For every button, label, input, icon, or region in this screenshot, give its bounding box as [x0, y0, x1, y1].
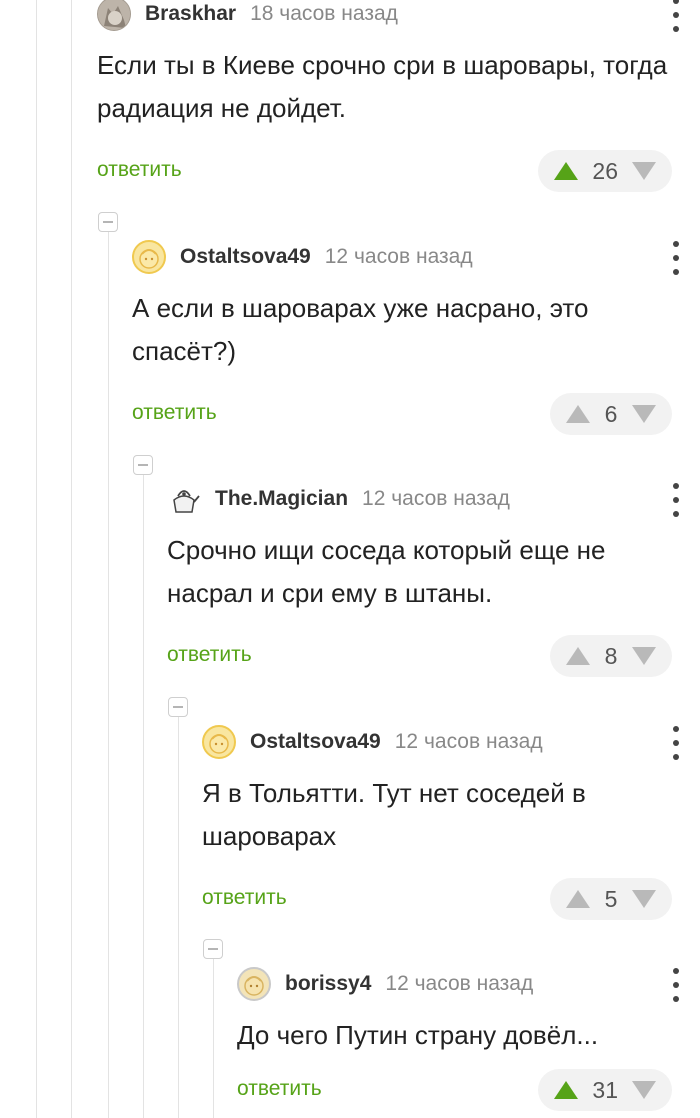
comment-header: Ostaltsova49 12 часов назад	[132, 239, 700, 275]
vote-control: 8	[550, 635, 672, 677]
comment-footer: ответить 26	[97, 150, 700, 192]
vote-control: 6	[550, 393, 672, 435]
yellow-face-avatar[interactable]	[132, 240, 166, 274]
more-options-icon[interactable]	[672, 726, 680, 760]
collapse-thread-button[interactable]	[168, 697, 188, 717]
collapse-thread-button[interactable]	[133, 455, 153, 475]
downvote-icon[interactable]	[632, 647, 656, 665]
comment-time[interactable]: 18 часов назад	[250, 2, 398, 26]
upvote-icon[interactable]	[566, 647, 590, 665]
upvote-icon[interactable]	[554, 162, 579, 180]
yellow-face-avatar[interactable]	[202, 725, 236, 759]
more-options-icon[interactable]	[672, 968, 680, 1002]
more-options-icon[interactable]	[672, 0, 680, 32]
comment-time[interactable]: 12 часов назад	[325, 245, 473, 269]
thread-line	[178, 717, 179, 1118]
downvote-icon[interactable]	[632, 405, 656, 423]
comment-time[interactable]: 12 часов назад	[362, 487, 510, 511]
comment-username[interactable]: Ostaltsova49	[250, 730, 381, 754]
vote-control: 26	[538, 150, 672, 192]
comment-footer: ответить 6	[132, 393, 700, 435]
vote-count: 26	[592, 157, 618, 184]
thread-line	[108, 232, 109, 1118]
reply-button[interactable]: ответить	[132, 401, 217, 425]
vote-count: 31	[592, 1076, 618, 1103]
upvote-icon[interactable]	[566, 405, 590, 423]
comment-footer: ответить 8	[167, 635, 700, 677]
comment-username[interactable]: borissy4	[285, 972, 371, 996]
downvote-icon[interactable]	[632, 162, 656, 180]
more-options-icon[interactable]	[672, 483, 680, 517]
downvote-icon[interactable]	[632, 890, 656, 908]
comment-header: borissy4 12 часов назад	[237, 966, 700, 1002]
more-options-icon[interactable]	[672, 241, 680, 275]
vote-count: 8	[604, 642, 618, 669]
upvote-icon[interactable]	[566, 890, 590, 908]
comment-footer: ответить 31	[237, 1069, 700, 1111]
thread-line	[213, 959, 214, 1118]
comment: Braskhar 18 часов назад Если ты в Киеве …	[97, 0, 700, 192]
cat-avatar[interactable]	[97, 0, 131, 31]
reply-button[interactable]: ответить	[237, 1077, 322, 1101]
comment: Ostaltsova49 12 часов назад А если в шар…	[132, 239, 700, 435]
collapse-thread-button[interactable]	[98, 212, 118, 232]
comment-header: Braskhar 18 часов назад	[97, 0, 700, 32]
comment-header: The.Magician 12 часов назад	[167, 481, 700, 517]
collapse-thread-button[interactable]	[203, 939, 223, 959]
grey-face-avatar[interactable]	[237, 967, 271, 1001]
comment-text: Если ты в Киеве срочно сри в шаровары, т…	[97, 50, 668, 123]
kettle-avatar[interactable]	[167, 482, 201, 516]
thread-line	[143, 475, 144, 1118]
comment-text: А если в шароварах уже насрано, это спас…	[132, 293, 589, 366]
vote-count: 5	[604, 885, 618, 912]
reply-button[interactable]: ответить	[202, 886, 287, 910]
comment-text: Я в Тольятти. Тут нет соседей в шаровара…	[202, 778, 586, 851]
vote-control: 5	[550, 878, 672, 920]
comment-username[interactable]: Ostaltsova49	[180, 245, 311, 269]
comment: Ostaltsova49 12 часов назад Я в Тольятти…	[202, 724, 700, 920]
thread-line	[36, 0, 37, 1118]
upvote-icon[interactable]	[554, 1081, 579, 1099]
comment-footer: ответить 5	[202, 878, 700, 920]
comment-time[interactable]: 12 часов назад	[395, 730, 543, 754]
thread-line	[71, 0, 72, 1118]
downvote-icon[interactable]	[632, 1081, 656, 1099]
vote-control: 31	[538, 1069, 672, 1111]
comment-text: До чего Путин страну довёл...	[237, 1020, 599, 1050]
comment: borissy4 12 часов назад До чего Путин ст…	[237, 966, 700, 1111]
reply-button[interactable]: ответить	[167, 643, 252, 667]
reply-button[interactable]: ответить	[97, 158, 182, 182]
comment-header: Ostaltsova49 12 часов назад	[202, 724, 700, 760]
comment-username[interactable]: Braskhar	[145, 2, 236, 26]
comment: The.Magician 12 часов назад Срочно ищи с…	[167, 481, 700, 677]
comment-username[interactable]: The.Magician	[215, 487, 348, 511]
comment-time[interactable]: 12 часов назад	[385, 972, 533, 996]
vote-count: 6	[604, 400, 618, 427]
comment-text: Срочно ищи соседа который еще не насрал …	[167, 535, 606, 608]
